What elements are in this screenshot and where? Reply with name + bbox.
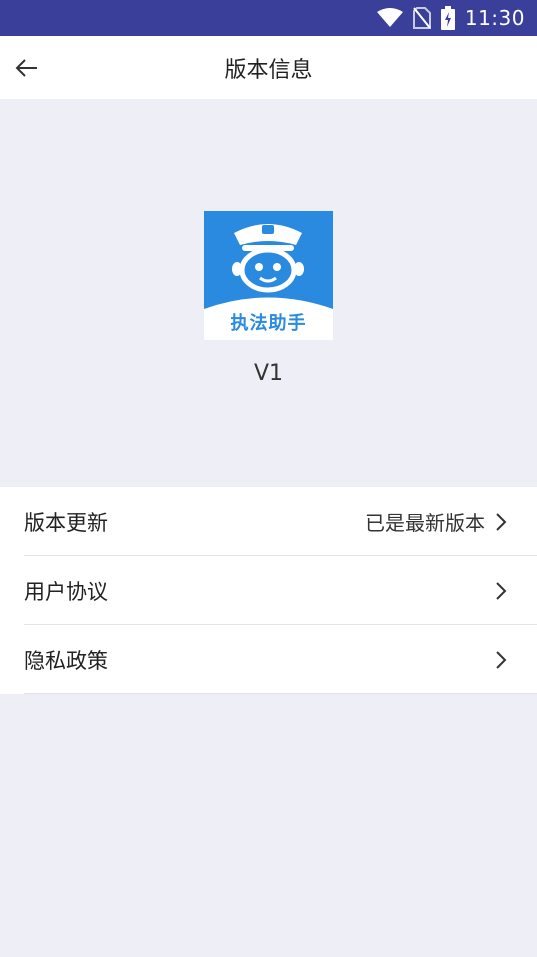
menu-item-label: 隐私政策 bbox=[24, 648, 108, 673]
menu-item-label: 用户协议 bbox=[24, 579, 108, 604]
menu-item-value: 已是最新版本 bbox=[365, 511, 485, 535]
divider bbox=[24, 693, 537, 694]
arrow-left-icon[interactable] bbox=[12, 53, 42, 83]
menu-item-version-update[interactable]: 版本更新 已是最新版本 bbox=[0, 487, 537, 556]
app-info-section: 执法助手 V1 bbox=[0, 99, 537, 487]
menu-item-user-agreement[interactable]: 用户协议 bbox=[0, 556, 537, 625]
status-time: 11:30 bbox=[464, 6, 525, 30]
logo-text: 执法助手 bbox=[230, 313, 307, 334]
chevron-right-icon bbox=[495, 650, 513, 669]
version-label: V1 bbox=[253, 361, 284, 386]
chevron-right-icon bbox=[495, 512, 513, 531]
menu-item-label: 版本更新 bbox=[24, 510, 108, 535]
wifi-icon bbox=[376, 8, 403, 28]
app-logo: 执法助手 bbox=[204, 211, 333, 340]
status-bar: 11:30 bbox=[0, 0, 537, 36]
battery-charging-icon bbox=[440, 6, 455, 30]
page-title: 版本信息 bbox=[224, 57, 313, 83]
settings-menu: 版本更新 已是最新版本 用户协议 隐私政策 bbox=[0, 487, 537, 694]
chevron-right-icon bbox=[495, 581, 513, 600]
menu-item-privacy-policy[interactable]: 隐私政策 bbox=[0, 625, 537, 694]
no-sim-icon bbox=[412, 7, 431, 29]
app-bar: 版本信息 bbox=[0, 36, 537, 99]
